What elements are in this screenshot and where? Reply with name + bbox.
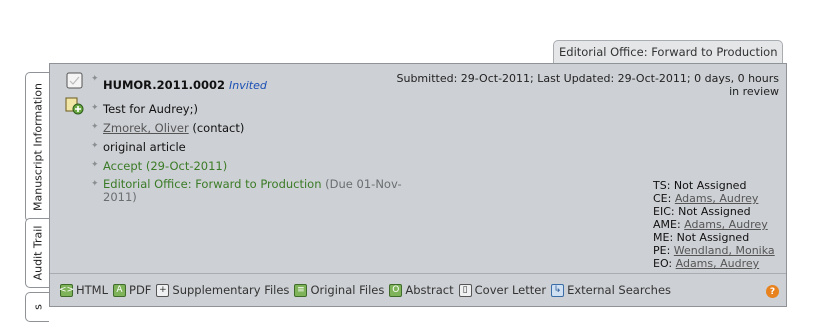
role-label: CE: xyxy=(653,192,672,205)
author-link[interactable]: Zmorek, Oliver xyxy=(103,121,189,135)
external-link-icon: ↳ xyxy=(551,283,565,297)
pdf-icon: A xyxy=(113,283,127,297)
invite-status: Invited xyxy=(229,79,267,92)
role-value: Not Assigned xyxy=(676,231,750,244)
decision: Accept (29-Oct-2011) xyxy=(103,159,228,173)
role-label: ME: xyxy=(653,231,674,244)
document-stack-icon: ≡ xyxy=(294,283,308,297)
document-toolbar: <> HTML A PDF + Supplementary Files ≡ Or… xyxy=(50,273,786,306)
page-icon: ▯ xyxy=(458,283,472,297)
add-note-icon[interactable] xyxy=(65,97,84,115)
manuscript-title: Test for Audrey;) xyxy=(103,102,198,116)
tab-other[interactable]: s xyxy=(25,292,49,322)
bullet-icon: ✦ xyxy=(91,160,99,170)
role-label: EO: xyxy=(653,257,673,270)
tab-audit-trail[interactable]: Audit Trail xyxy=(25,218,49,288)
tab-audit-trail-label: Audit Trail xyxy=(31,225,44,281)
bullet-icon: ✦ xyxy=(91,74,99,84)
article-type: original article xyxy=(103,140,186,154)
cover-letter-button[interactable]: ▯ Cover Letter xyxy=(458,283,547,297)
external-searches-button[interactable]: ↳ External Searches xyxy=(551,283,671,297)
role-value: Not Assigned xyxy=(678,205,751,218)
role-label: EIC: xyxy=(653,205,675,218)
bullet-icon: ✦ xyxy=(91,179,99,189)
current-stage-tab[interactable]: Editorial Office: Forward to Production xyxy=(553,40,783,64)
side-tabs: Manuscript Information Audit Trail s xyxy=(25,66,49,322)
submission-info: Submitted: 29-Oct-2011; Last Updated: 29… xyxy=(396,72,779,98)
original-files-button[interactable]: ≡ Original Files xyxy=(294,283,384,297)
author-line: Zmorek, Oliver (contact) xyxy=(103,121,244,135)
role-row: AME: Adams, Audrey xyxy=(653,218,775,231)
current-stage: Editorial Office: Forward to Production … xyxy=(103,178,408,204)
pdf-button[interactable]: A PDF xyxy=(113,283,151,297)
cover-letter-label: Cover Letter xyxy=(474,283,547,297)
role-row: PE: Wendland, Monika xyxy=(653,244,775,257)
role-label: TS: xyxy=(653,179,671,192)
role-value-link[interactable]: Wendland, Monika xyxy=(674,244,775,257)
original-files-label: Original Files xyxy=(310,283,385,297)
tab-other-label: s xyxy=(31,304,44,310)
role-value-link[interactable]: Adams, Audrey xyxy=(676,257,760,270)
abstract-label: Abstract xyxy=(405,283,454,297)
plus-icon: + xyxy=(156,283,170,297)
bullet-icon: ✦ xyxy=(91,122,99,132)
role-label: PE: xyxy=(653,244,671,257)
bullet-icon: ✦ xyxy=(91,103,99,113)
role-assignments: TS: Not Assigned CE: Adams, Audrey EIC: … xyxy=(653,179,775,270)
current-stage-tab-label: Editorial Office: Forward to Production xyxy=(559,45,778,59)
html-icon: <> xyxy=(58,283,75,297)
abstract-button[interactable]: O Abstract xyxy=(389,283,454,297)
supplementary-files-label: Supplementary Files xyxy=(172,283,290,297)
role-label: AME: xyxy=(653,218,681,231)
submission-review-status: in review xyxy=(729,85,779,98)
external-searches-label: External Searches xyxy=(567,283,672,297)
help-icon[interactable]: ? xyxy=(766,285,779,298)
manuscript-id-line: HUMOR.2011.0002 Invited xyxy=(103,78,267,92)
tab-manuscript-information[interactable]: Manuscript Information xyxy=(25,72,49,222)
role-value-link[interactable]: Adams, Audrey xyxy=(684,218,768,231)
manuscript-panel: ✦ ✦ ✦ ✦ ✦ ✦ HUMOR.2011.0002 Invited Test … xyxy=(49,63,787,307)
role-row: TS: Not Assigned xyxy=(653,179,775,192)
manuscript-id: HUMOR.2011.0002 xyxy=(103,78,226,92)
bullet-icon: ✦ xyxy=(91,141,99,151)
role-value-link[interactable]: Adams, Audrey xyxy=(675,192,759,205)
role-row: EO: Adams, Audrey xyxy=(653,257,775,270)
pdf-label: PDF xyxy=(129,283,152,297)
manuscript-checkbox-icon[interactable] xyxy=(66,72,83,89)
role-value: Not Assigned xyxy=(673,179,747,192)
submission-dates: Submitted: 29-Oct-2011; Last Updated: 29… xyxy=(396,72,779,85)
role-row: ME: Not Assigned xyxy=(653,231,775,244)
abstract-icon: O xyxy=(389,283,403,297)
role-row: EIC: Not Assigned xyxy=(653,205,775,218)
current-stage-label: Editorial Office: Forward to Production xyxy=(103,177,322,191)
html-label: HTML xyxy=(76,283,109,297)
role-row: CE: Adams, Audrey xyxy=(653,192,775,205)
tab-manuscript-information-label: Manuscript Information xyxy=(31,83,44,211)
html-button[interactable]: <> HTML xyxy=(58,283,109,297)
author-role: (contact) xyxy=(192,121,245,135)
supplementary-files-button[interactable]: + Supplementary Files xyxy=(156,283,289,297)
